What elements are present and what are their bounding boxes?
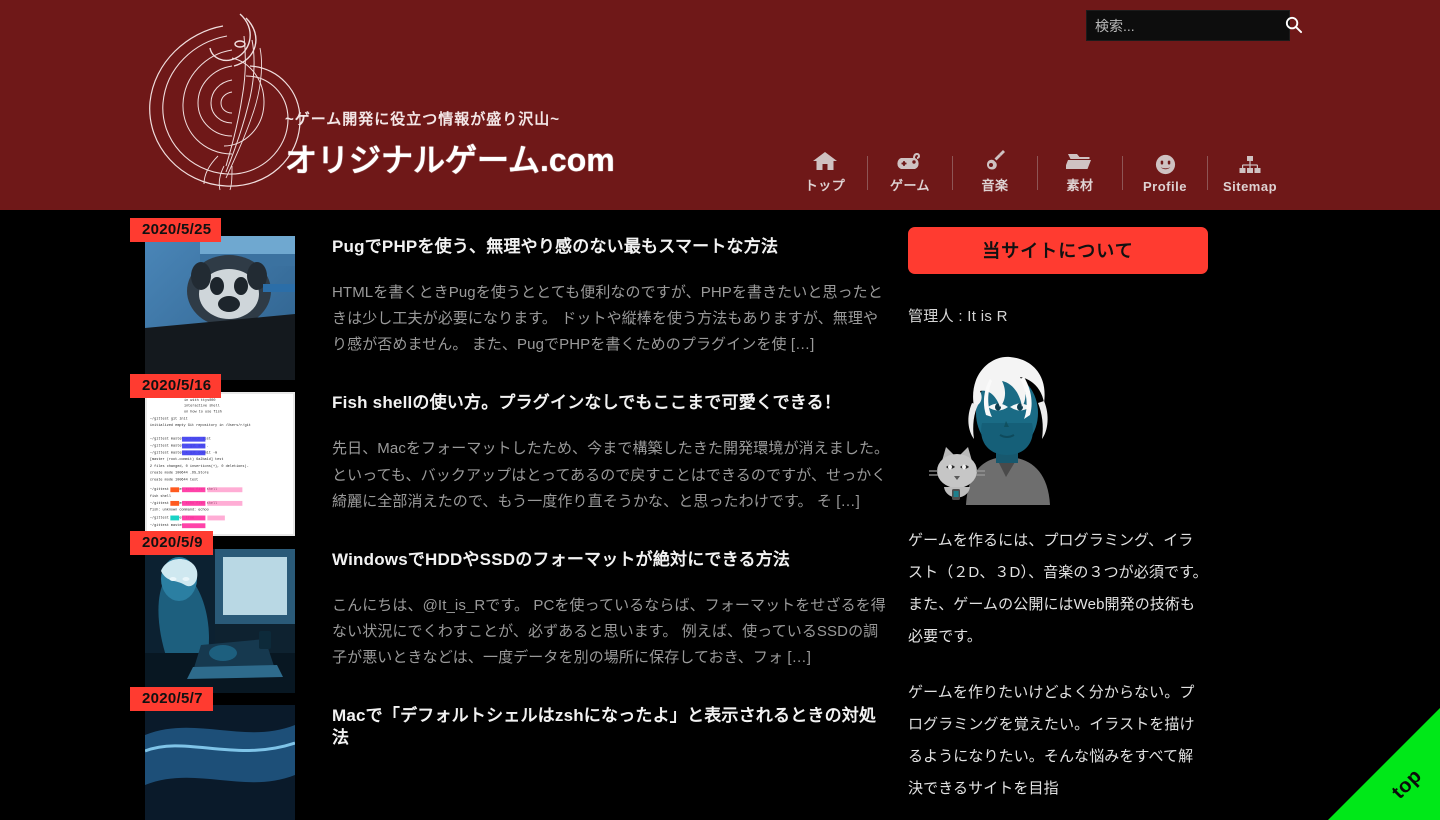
nav-item-music[interactable]: 音楽 [953, 148, 1037, 196]
search-input[interactable] [1087, 11, 1284, 40]
nav-divider [1037, 156, 1038, 190]
post-body: WindowsでHDDやSSDのフォーマットが絶対にできる方法 こんにちは、@I… [302, 543, 890, 671]
nav-divider [867, 156, 868, 190]
nav-label: 音楽 [981, 178, 1009, 193]
svg-text:fish: unknown command: echoo: fish: unknown command: echoo [150, 508, 209, 513]
svg-text:2 files changed, 0 insertions(: 2 files changed, 0 insertions(+), 0 dele… [150, 464, 249, 469]
nav-divider [1207, 156, 1208, 190]
nav-item-sitemap[interactable]: Sitemap [1208, 152, 1292, 196]
post-item[interactable]: 2020/5/7 Macで「デフォルトシェルはzshになったよ」と表示されるとき… [130, 687, 890, 820]
post-title[interactable]: Macで「デフォルトシェルはzshになったよ」と表示されるときの対処法 [332, 705, 890, 749]
post-item[interactable]: 2020/5/25 PugでPHPを使う、無理やり感のない最もスマートな方法 H… [130, 218, 890, 380]
post-thumbnail-column: 2020/5/25 [130, 218, 302, 380]
gamepad-icon [895, 148, 925, 172]
search-button[interactable] [1284, 11, 1303, 40]
nav-label: トップ [804, 178, 846, 193]
svg-text:interactive shell: interactive shell [184, 404, 220, 409]
home-icon [812, 148, 838, 172]
svg-text:[master (root-commit) 6a2ba1d]: [master (root-commit) 6a2ba1d] test [150, 457, 224, 462]
brand-block[interactable]: ~ゲーム開発に役立つ情報が盛り沢山~ オリジナルゲーム.com [285, 108, 705, 181]
svg-text:on how to use fish: on how to use fish [184, 410, 222, 415]
post-date-badge: 2020/5/7 [130, 687, 213, 712]
sitemap-icon [1238, 152, 1262, 176]
post-title[interactable]: PugでPHPを使う、無理やり感のない最もスマートな方法 [332, 236, 890, 258]
svg-text:initialized empty Git reposito: initialized empty Git repository in /Use… [150, 423, 251, 428]
svg-text:create mode 100644 .DS_Store: create mode 100644 .DS_Store [150, 471, 209, 476]
sidebar: 当サイトについて 管理人 : It is R ゲームを作るには、プログラミング、… [908, 210, 1208, 820]
post-excerpt: 先日、Macをフォーマットしたため、今まで構築したきた開発環境が消えました。 と… [332, 440, 890, 510]
nav-label: 素材 [1066, 178, 1094, 193]
admin-name-line: 管理人 : It is R [908, 308, 1008, 325]
smiley-face-icon [1154, 152, 1177, 176]
svg-text:fish shell: fish shell [150, 494, 171, 499]
person-at-laptop-photo[interactable] [145, 548, 295, 693]
main-navigation[interactable]: トップ ゲーム 音楽 素材 Profile Sitemap [783, 148, 1292, 196]
search-box[interactable] [1086, 10, 1303, 41]
nav-label: ゲーム [889, 178, 931, 193]
brand-tagline: ~ゲーム開発に役立つ情報が盛り沢山~ [285, 111, 561, 128]
post-list: 2020/5/25 PugでPHPを使う、無理やり感のない最もスマートな方法 H… [0, 210, 890, 820]
post-thumbnail-column: 2020/5/7 [130, 687, 302, 820]
post-excerpt: こんにちは、@It_is_Rです。 PCを使っているならば、フォーマットをせざる… [332, 596, 886, 667]
search-icon [1284, 15, 1303, 37]
post-thumbnail-column: 2020/5/16 in with ttys000 interactive sh… [130, 374, 302, 537]
post-date-badge: 2020/5/16 [130, 374, 222, 399]
post-item[interactable]: 2020/5/16 in with ttys000 interactive sh… [130, 374, 890, 537]
nav-divider [952, 156, 953, 190]
pug-dog-photo[interactable] [145, 236, 295, 380]
nav-label: Sitemap [1222, 179, 1278, 194]
sidebar-paragraph: ゲームを作るには、プログラミング、イラスト（２D、３D）、音楽の３つが必須です。… [908, 532, 1208, 645]
svg-text:in with ttys000: in with ttys000 [184, 398, 216, 403]
dark-blue-photo[interactable] [145, 705, 295, 820]
nav-label: Profile [1143, 179, 1187, 194]
post-title[interactable]: Fish shellの使い方。プラグインなしでもここまで可愛くできる！ [332, 392, 890, 414]
nav-item-game[interactable]: ゲーム [868, 148, 952, 196]
nav-item-profile[interactable]: Profile [1123, 152, 1207, 196]
post-thumbnail-column: 2020/5/9 [130, 530, 302, 693]
post-body: PugでPHPを使う、無理やり感のない最もスマートな方法 HTMLを書くときPu… [302, 230, 890, 358]
folder-icon [1066, 148, 1094, 172]
sidebar-widget-title: 当サイトについて [908, 227, 1208, 274]
sidebar-paragraph: ゲームを作りたいけどよく分からない。プログラミングを覚えたい。イラストを描けるよ… [908, 683, 1195, 797]
post-excerpt: HTMLを書くときPugを使うととても便利なのですが、PHPを書きたいと思ったと… [332, 284, 883, 354]
svg-text:~/gittest git init: ~/gittest git init [150, 417, 188, 422]
green-triangle [1328, 708, 1440, 820]
site-header: ~ゲーム開発に役立つ情報が盛り沢山~ オリジナルゲーム.com トップ [0, 0, 1440, 210]
svg-text:~/gittest master: ~/gittest master [150, 524, 184, 529]
post-date-badge: 2020/5/25 [130, 218, 222, 242]
nav-item-materials[interactable]: 素材 [1038, 148, 1122, 196]
post-body: Macで「デフォルトシェルはzshになったよ」と表示されるときの対処法 [302, 699, 890, 771]
post-item[interactable]: 2020/5/9 WindowsでHDDやSSDのフォーマットが絶対にできる方法… [130, 530, 890, 693]
post-date-badge: 2020/5/9 [130, 530, 213, 555]
brand-name: オリジナルゲーム.com [285, 142, 615, 178]
terminal-screenshot[interactable]: in with ttys000 interactive shell on how… [145, 392, 295, 537]
nav-divider [1122, 156, 1123, 190]
svg-text:create mode 100644 test: create mode 100644 test [150, 478, 198, 483]
nav-item-top[interactable]: トップ [783, 148, 867, 196]
post-title[interactable]: WindowsでHDDやSSDのフォーマットが絶対にできる方法 [332, 549, 890, 571]
post-body: Fish shellの使い方。プラグインなしでもここまで可愛くできる！ 先日、M… [302, 386, 890, 514]
scroll-to-top-button[interactable]: top [1328, 708, 1440, 820]
guitar-icon [983, 148, 1007, 172]
page-body: 2020/5/25 PugでPHPを使う、無理やり感のない最もスマートな方法 H… [0, 210, 1440, 820]
avatar [908, 345, 1108, 505]
